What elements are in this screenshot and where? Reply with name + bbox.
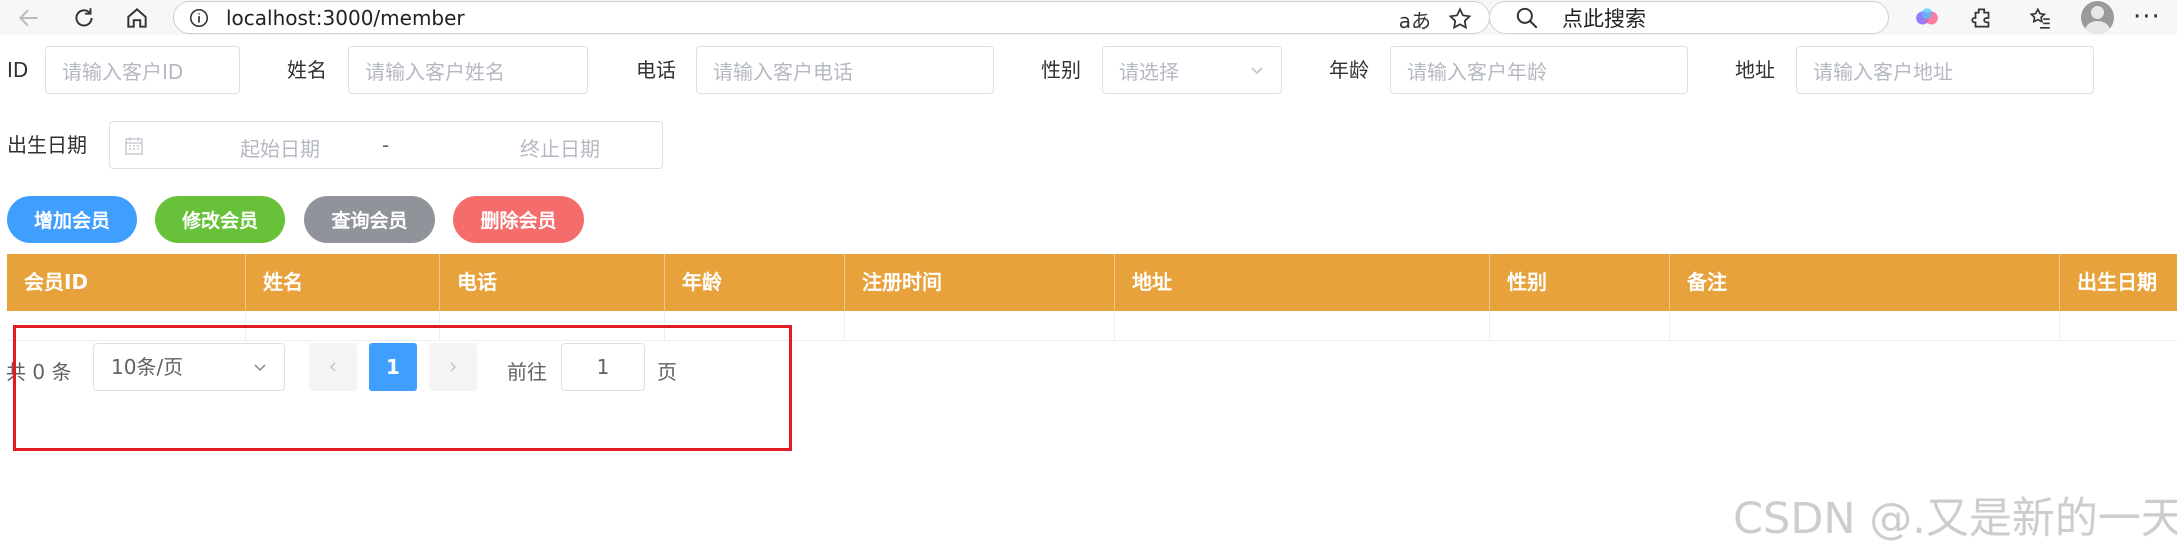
chevron-down-icon — [1251, 67, 1263, 75]
customer-name-input[interactable]: 请输入客户姓名 — [348, 46, 588, 94]
gender-placeholder: 请选择 — [1119, 59, 1179, 84]
more-menu-icon[interactable]: ··· — [2133, 0, 2161, 35]
column-header-age: 年龄 — [665, 254, 845, 311]
column-header-gender: 性别 — [1490, 254, 1670, 311]
search-icon — [1516, 7, 1538, 28]
read-aloud-icon[interactable]: aあ — [1399, 5, 1431, 34]
extensions-icon[interactable] — [1966, 2, 1998, 34]
back-icon[interactable] — [9, 0, 49, 35]
customer-age-input[interactable]: 请输入客户年龄 — [1390, 46, 1688, 94]
customer-id-input[interactable]: 请输入客户ID — [45, 46, 240, 94]
customer-address-input[interactable]: 请输入客户地址 — [1796, 46, 2094, 94]
browser-toolbar: localhost:3000/member aあ 点此搜索 ··· — [0, 0, 2177, 35]
gender-select[interactable]: 请选择 — [1102, 46, 1282, 94]
column-header-remark: 备注 — [1670, 254, 2060, 311]
add-member-button[interactable]: 增加会员 — [7, 196, 137, 243]
highlight-annotation-box — [13, 325, 792, 451]
customer-name-placeholder: 请输入客户姓名 — [365, 59, 505, 84]
customer-address-placeholder: 请输入客户地址 — [1813, 59, 1953, 84]
phone-label: 电话 — [636, 58, 676, 82]
info-icon[interactable] — [188, 7, 210, 29]
birth-date-label: 出生日期 — [7, 133, 87, 157]
member-table-header: 会员ID 姓名 电话 年龄 注册时间 地址 性别 备注 出生日期 — [7, 254, 2177, 311]
favorites-icon[interactable] — [2024, 2, 2056, 34]
favorite-star-icon[interactable] — [1447, 6, 1473, 32]
delete-member-button[interactable]: 删除会员 — [453, 196, 584, 243]
refresh-icon[interactable] — [64, 0, 104, 35]
query-member-button[interactable]: 查询会员 — [304, 196, 435, 243]
address-bar[interactable]: localhost:3000/member aあ — [173, 1, 1490, 34]
customer-phone-input[interactable]: 请输入客户电话 — [696, 46, 994, 94]
address-label: 地址 — [1735, 58, 1775, 82]
date-range-separator: - — [382, 133, 390, 157]
csdn-watermark: CSDN @.又是新的一天. — [1733, 494, 2177, 544]
home-icon[interactable] — [117, 0, 157, 35]
customer-id-placeholder: 请输入客户ID — [62, 59, 184, 84]
column-header-birth-date: 出生日期 — [2077, 270, 2157, 294]
profile-avatar[interactable] — [2081, 1, 2114, 34]
gender-label: 性别 — [1041, 58, 1081, 82]
column-header-phone: 电话 — [440, 254, 665, 311]
name-label: 姓名 — [287, 58, 327, 82]
customer-age-placeholder: 请输入客户年龄 — [1407, 59, 1547, 84]
column-header-address: 地址 — [1115, 254, 1490, 311]
age-label: 年龄 — [1329, 58, 1369, 82]
browser-search-box[interactable]: 点此搜索 — [1489, 1, 1889, 34]
customer-phone-placeholder: 请输入客户电话 — [713, 59, 853, 84]
column-header-name: 姓名 — [246, 254, 440, 311]
id-label: ID — [7, 58, 29, 82]
column-header-member-id: 会员ID — [7, 254, 246, 311]
copilot-icon[interactable] — [1911, 2, 1943, 34]
start-date-input[interactable]: 起始日期 — [205, 133, 355, 162]
end-date-input[interactable]: 终止日期 — [485, 133, 635, 162]
birth-date-range-picker[interactable]: 起始日期 - 终止日期 — [109, 121, 663, 169]
column-header-register-time: 注册时间 — [845, 254, 1115, 311]
calendar-icon — [125, 137, 143, 155]
edit-member-button[interactable]: 修改会员 — [155, 196, 285, 243]
url-text[interactable]: localhost:3000/member — [226, 6, 465, 30]
search-placeholder: 点此搜索 — [1562, 6, 1646, 31]
